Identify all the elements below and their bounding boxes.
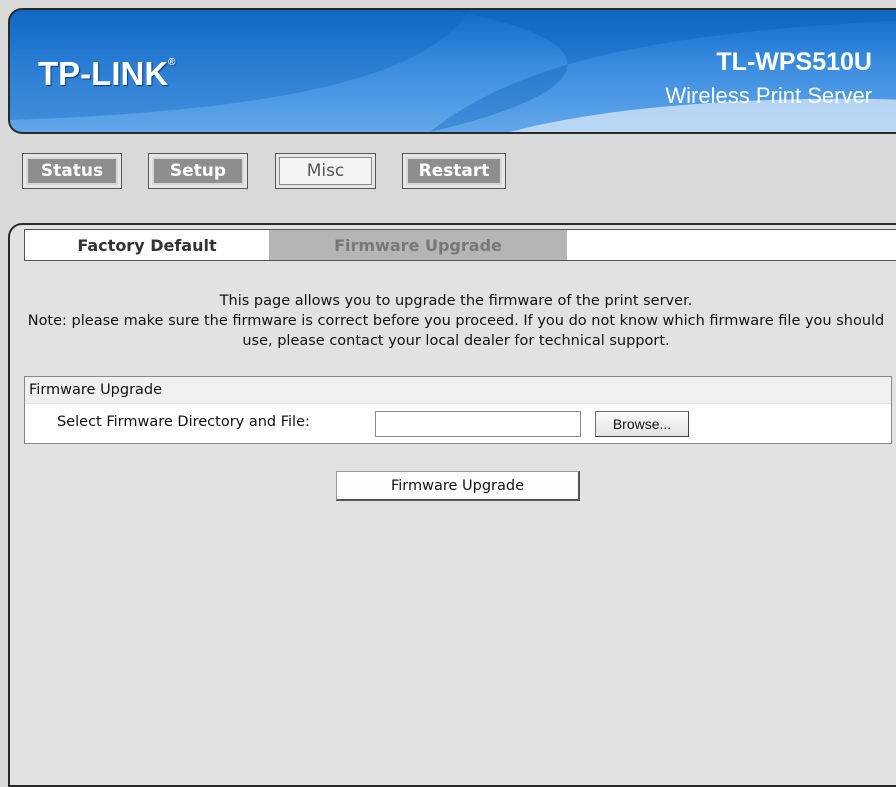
registered-mark: ® (168, 57, 176, 68)
firmware-box-title: Firmware Upgrade (25, 377, 891, 404)
nav-misc-label: Misc (279, 157, 372, 185)
info-text: This page allows you to upgrade the firm… (26, 291, 886, 351)
nav-setup-label: Setup (152, 157, 244, 185)
nav-misc-button[interactable]: Misc (275, 153, 376, 189)
info-line-1: This page allows you to upgrade the firm… (219, 293, 693, 309)
product-subtitle: Wireless Print Server (665, 83, 872, 108)
nav-restart-button[interactable]: Restart (402, 153, 506, 189)
firmware-file-label: Select Firmware Directory and File: (57, 414, 310, 430)
header-banner: TP-LINK® TL-WPS510U Wireless Print Serve… (8, 8, 896, 134)
tab-factory-default[interactable]: Factory Default (25, 230, 269, 260)
content-panel: Factory Default Firmware Upgrade This pa… (8, 223, 896, 787)
firmware-upgrade-box: Firmware Upgrade Select Firmware Directo… (24, 376, 892, 444)
firmware-file-input[interactable] (375, 411, 581, 437)
model-name: TL-WPS510U (716, 48, 872, 76)
firmware-file-row: Select Firmware Directory and File: Brow… (25, 411, 891, 437)
nav-setup-button[interactable]: Setup (148, 153, 248, 189)
nav-status-label: Status (26, 157, 118, 185)
nav-status-button[interactable]: Status (22, 153, 122, 189)
tab-firmware-upgrade[interactable]: Firmware Upgrade (269, 230, 567, 260)
browse-button[interactable]: Browse... (595, 411, 689, 437)
nav-restart-label: Restart (406, 157, 502, 185)
logo-text: TP-LINK (38, 55, 169, 92)
tp-link-logo: TP-LINK® (38, 55, 176, 93)
firmware-upgrade-button[interactable]: Firmware Upgrade (336, 471, 580, 501)
info-line-2: Note: please make sure the firmware is c… (27, 313, 885, 349)
tab-bar: Factory Default Firmware Upgrade (24, 229, 896, 261)
